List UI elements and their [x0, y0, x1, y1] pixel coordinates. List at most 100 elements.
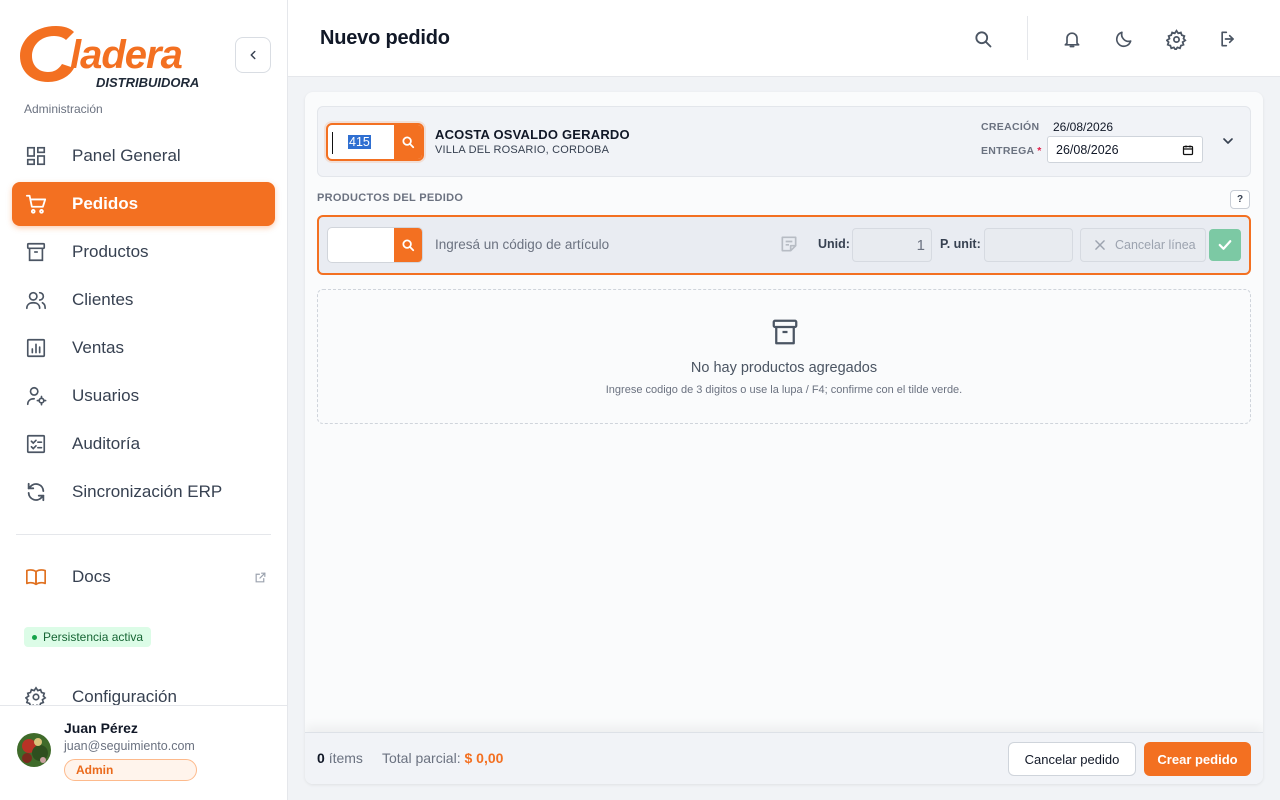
sidebar-divider [16, 534, 271, 535]
empty-state-hint: Ingrese codigo de 3 digitos o use la lup… [605, 384, 963, 396]
sidebar-item-label: Configuración [72, 687, 177, 706]
chevron-left-icon [250, 50, 256, 60]
items-count: 0 ítems [317, 750, 363, 766]
sidebar-item-sincronizacion-erp[interactable]: Sincronización ERP [12, 470, 275, 514]
avatar [17, 733, 51, 767]
sidebar-item-productos[interactable]: Productos [12, 230, 275, 274]
sidebar-item-label: Docs [72, 567, 111, 586]
search-button[interactable] [968, 24, 998, 54]
search-icon [975, 31, 992, 48]
brand-logo[interactable]: ladera DISTRIBUIDORA [16, 22, 216, 92]
page-title: Nuevo pedido [320, 27, 450, 49]
search-icon [402, 239, 415, 252]
unit-price-label: P. unit: [940, 237, 981, 251]
order-footer: 0 ítems Total parcial: $ 0,00 Cancelar p… [305, 732, 1263, 784]
collapse-sidebar-button[interactable] [235, 37, 271, 73]
archive-icon [24, 240, 48, 264]
user-profile[interactable]: Juan Pérez juan@seguimiento.com Admin [0, 705, 287, 800]
units-label: Unid: [818, 237, 850, 251]
article-search-button[interactable] [394, 228, 422, 262]
theme-toggle-button[interactable] [1109, 24, 1139, 54]
client-code-input[interactable]: 415 [328, 125, 394, 159]
header-divider [1027, 16, 1028, 60]
sidebar-item-label: Sincronización ERP [72, 482, 223, 501]
sidebar-item-label: Auditoría [72, 434, 141, 453]
gear-icon [1165, 28, 1187, 50]
sidebar-item-clientes[interactable]: Clientes [12, 278, 275, 322]
persistence-badge: Persistencia activa [24, 627, 152, 647]
help-button[interactable]: ? [1230, 190, 1250, 209]
creation-date: 26/08/2026 [1053, 120, 1114, 134]
sidebar-section-label: Administración [24, 102, 103, 116]
check-icon [1218, 240, 1232, 250]
sidebar-item-auditoria[interactable]: Auditoría [12, 422, 275, 466]
empty-products-state: No hay productos agregados Ingrese codig… [317, 289, 1251, 424]
cancel-line-button[interactable]: Cancelar línea [1080, 228, 1206, 262]
svg-text:ladera: ladera [70, 33, 183, 77]
archive-icon [770, 317, 800, 347]
sync-icon [24, 480, 48, 504]
client-search-button[interactable] [394, 125, 422, 159]
article-code-placeholder: Ingresá un código de artículo [435, 237, 610, 252]
delivery-date-input[interactable]: 26/08/2026 [1047, 136, 1203, 163]
client-panel: 415 ACOSTA OSVALDO GERARDO VILLA DEL ROS… [317, 106, 1251, 177]
expand-client-button[interactable] [1220, 133, 1236, 149]
sidebar-nav: Panel General Pedidos Productos Clientes… [12, 134, 275, 518]
notifications-button[interactable] [1057, 24, 1087, 54]
note-icon[interactable] [779, 234, 799, 254]
top-header: Nuevo pedido [288, 0, 1280, 77]
sidebar-item-label: Panel General [72, 146, 181, 165]
partial-total: Total parcial: $ 0,00 [382, 750, 504, 766]
creation-label: CREACIÓN [981, 121, 1040, 133]
delivery-label: ENTREGA * [981, 145, 1042, 157]
client-location: VILLA DEL ROSARIO, CORDOBA [435, 144, 610, 156]
sidebar-item-label: Productos [72, 242, 149, 261]
status-dot [32, 634, 37, 640]
chart-icon [24, 336, 48, 360]
sidebar: ladera DISTRIBUIDORA Administración Pane… [0, 0, 288, 800]
calendar-icon[interactable] [1182, 144, 1194, 156]
unit-price-input[interactable] [984, 228, 1073, 262]
logout-icon [1221, 31, 1234, 47]
svg-text:DISTRIBUIDORA: DISTRIBUIDORA [96, 75, 199, 90]
search-icon [402, 136, 415, 149]
user-gear-icon [24, 384, 48, 408]
confirm-line-button[interactable] [1209, 229, 1241, 261]
persistence-badge-label: Persistencia activa [43, 630, 144, 644]
book-icon [24, 565, 48, 589]
sidebar-item-panel-general[interactable]: Panel General [12, 134, 275, 178]
client-name: ACOSTA OSVALDO GERARDO [435, 127, 630, 142]
chevron-down-icon [1223, 138, 1233, 144]
sidebar-item-label: Usuarios [72, 386, 140, 405]
user-name: Juan Pérez [64, 720, 138, 736]
sidebar-item-label: Clientes [72, 290, 134, 309]
units-input[interactable]: 1 [852, 228, 932, 262]
order-card: 415 ACOSTA OSVALDO GERARDO VILLA DEL ROS… [305, 92, 1263, 784]
empty-state-title: No hay productos agregados [690, 360, 878, 376]
required-marker: * [1037, 145, 1042, 157]
user-email: juan@seguimiento.com [64, 739, 195, 753]
create-order-button[interactable]: Crear pedido [1144, 742, 1251, 776]
external-link-icon [254, 571, 267, 584]
cart-icon [24, 192, 48, 216]
delivery-date-value: 26/08/2026 [1056, 142, 1119, 157]
sidebar-item-pedidos[interactable]: Pedidos [12, 182, 275, 226]
cancel-order-button[interactable]: Cancelar pedido [1008, 742, 1136, 776]
sidebar-item-label: Ventas [72, 338, 124, 357]
article-code-search[interactable] [327, 227, 423, 263]
sidebar-item-label: Pedidos [72, 194, 139, 213]
user-role-badge: Admin [64, 759, 197, 781]
product-line-entry: Ingresá un código de artículo Unid: 1 P.… [317, 215, 1251, 275]
article-code-input[interactable] [328, 228, 394, 262]
checklist-icon [24, 432, 48, 456]
settings-button[interactable] [1161, 24, 1191, 54]
close-icon [1093, 238, 1107, 252]
client-code-search[interactable]: 415 [326, 123, 424, 161]
sidebar-item-usuarios[interactable]: Usuarios [12, 374, 275, 418]
bell-icon [1064, 32, 1080, 48]
dashboard-icon [24, 144, 48, 168]
logout-button[interactable] [1213, 24, 1243, 54]
sidebar-item-docs[interactable]: Docs [12, 555, 275, 599]
users-icon [24, 288, 48, 312]
sidebar-item-ventas[interactable]: Ventas [12, 326, 275, 370]
